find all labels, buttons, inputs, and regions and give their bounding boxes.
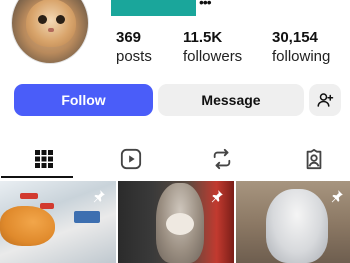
stat-following-value: 30,154 [272, 29, 318, 46]
avatar-cat-face [26, 0, 76, 47]
reposts-icon [213, 148, 230, 170]
stat-posts-value: 369 [116, 29, 142, 46]
follow-button[interactable]: Follow [14, 84, 153, 116]
posts-grid [0, 181, 350, 263]
suggest-accounts-button[interactable] [309, 84, 341, 116]
tabby-cat [156, 183, 204, 263]
stat-followers-label: followers [183, 48, 243, 65]
pinned-icon [93, 190, 105, 203]
tab-posts-grid[interactable] [0, 138, 87, 180]
more-options-icon[interactable]: ••• [199, 0, 212, 10]
price-card [74, 211, 100, 223]
stat-posts[interactable]: 369 posts [116, 29, 152, 67]
orange-cat [0, 206, 55, 246]
pinned-icon [211, 190, 223, 203]
post-tile-1[interactable] [0, 181, 116, 263]
stat-followers-value: 11.5K [183, 29, 223, 46]
avatar-eye-right [56, 15, 65, 24]
post-tile-3[interactable] [236, 181, 350, 263]
profile-avatar[interactable] [11, 0, 89, 64]
avatar-eye-left [38, 15, 47, 24]
profile-tabs [0, 138, 350, 180]
tagged-icon [306, 148, 321, 170]
avatar-nose [48, 28, 54, 32]
stat-followers[interactable]: 11.5K followers [183, 29, 242, 67]
tab-tagged[interactable] [270, 138, 350, 180]
profile-name-bar [111, 0, 196, 16]
stat-following[interactable]: 30,154 following [272, 29, 330, 67]
pinned-icon [331, 190, 343, 203]
shelf-tag [20, 193, 38, 199]
post-tile-2[interactable] [118, 181, 234, 263]
message-button[interactable]: Message [158, 84, 304, 116]
reels-icon [120, 148, 141, 170]
tab-reels[interactable] [87, 138, 174, 180]
grid-icon [34, 150, 53, 168]
stat-posts-label: posts [116, 48, 152, 65]
cat-muzzle [166, 213, 194, 235]
kitten [266, 189, 328, 263]
add-person-icon [317, 93, 334, 107]
stat-following-label: following [272, 48, 331, 65]
tab-reposts[interactable] [178, 138, 265, 180]
active-tab-indicator [1, 176, 73, 178]
